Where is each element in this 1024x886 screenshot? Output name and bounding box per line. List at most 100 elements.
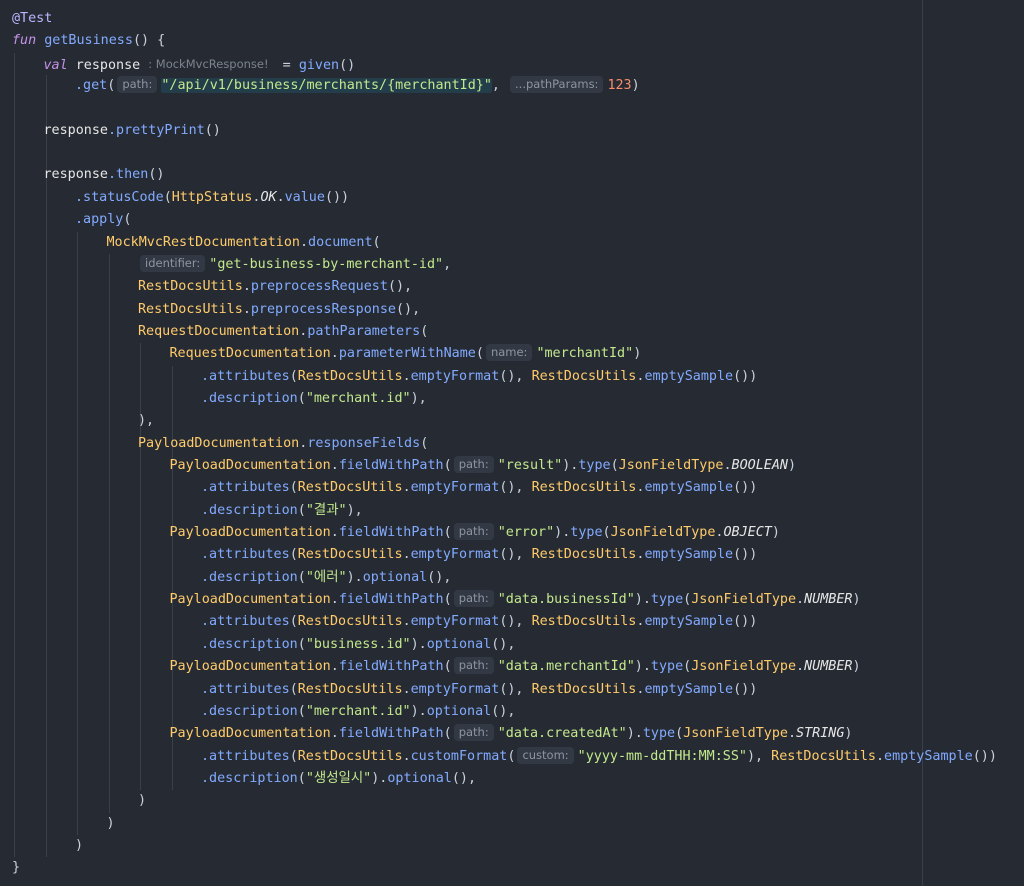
code-line[interactable]: RestDocsUtils.preprocessResponse(), bbox=[138, 299, 420, 321]
code-line[interactable]: .description("에러").optional(), bbox=[201, 567, 451, 589]
enum-constant: NUMBER bbox=[804, 592, 853, 608]
annotation: @Test bbox=[12, 11, 53, 26]
code-line[interactable]: response.then() bbox=[44, 164, 165, 186]
punctuation: . bbox=[402, 614, 411, 630]
function-name: emptySample bbox=[884, 748, 973, 764]
punctuation: ). bbox=[554, 525, 571, 541]
code-line[interactable]: .attributes(RestDocsUtils.emptyFormat(),… bbox=[201, 477, 757, 499]
code-line[interactable]: PayloadDocumentation.fieldWithPath(path:… bbox=[170, 656, 861, 678]
code-line[interactable]: ) bbox=[107, 813, 115, 835]
code-line[interactable]: .attributes(RestDocsUtils.emptyFormat(),… bbox=[201, 679, 757, 701]
code-line[interactable]: .apply( bbox=[75, 209, 131, 231]
function-name: given bbox=[298, 57, 340, 73]
function-name: type bbox=[642, 726, 676, 742]
code-line[interactable]: PayloadDocumentation.fieldWithPath(path:… bbox=[170, 522, 780, 544]
punctuation: () { bbox=[132, 33, 166, 49]
code-line[interactable]: ) bbox=[138, 790, 146, 812]
punctuation: ( bbox=[443, 525, 452, 541]
code-line[interactable]: } bbox=[12, 857, 20, 879]
punctuation: (), bbox=[396, 301, 421, 317]
punctuation: ( bbox=[289, 480, 298, 496]
punctuation: . bbox=[402, 480, 411, 496]
type-hint: : MockMvcResponse! bbox=[148, 56, 269, 71]
punctuation: ()) bbox=[733, 547, 758, 563]
code-line[interactable]: PayloadDocumentation.responseFields( bbox=[138, 433, 428, 455]
class-name: PayloadDocumentation bbox=[138, 435, 300, 451]
punctuation: . bbox=[330, 659, 339, 675]
punctuation: ( bbox=[289, 748, 298, 764]
string-literal: "data.merchantId" bbox=[497, 659, 635, 675]
code-line[interactable]: RequestDocumentation.parameterWithName(n… bbox=[169, 343, 641, 365]
code-line[interactable]: .description("merchant.id"), bbox=[201, 388, 427, 410]
code-line[interactable]: .description("결과"), bbox=[201, 500, 363, 522]
function-name: fieldWithPath bbox=[338, 458, 444, 473]
code-line[interactable]: ), bbox=[138, 410, 154, 432]
punctuation: ( bbox=[475, 346, 484, 362]
punctuation: (), bbox=[387, 279, 413, 295]
code-line[interactable]: .statusCode(HttpStatus.OK.value()) bbox=[75, 187, 349, 209]
class-name: RequestDocumentation bbox=[169, 346, 331, 362]
code-line[interactable]: .attributes(RestDocsUtils.emptyFormat(),… bbox=[201, 544, 757, 566]
code-line[interactable]: .attributes(RestDocsUtils.emptyFormat(),… bbox=[201, 611, 757, 633]
code-line[interactable]: PayloadDocumentation.fieldWithPath(path:… bbox=[170, 589, 861, 611]
code-line[interactable]: @Test bbox=[12, 8, 52, 30]
parameter-hint: path: bbox=[117, 76, 158, 94]
code-line[interactable]: .attributes(RestDocsUtils.customFormat(c… bbox=[201, 746, 997, 768]
punctuation: . bbox=[796, 659, 805, 675]
code-line[interactable]: .get(path: "/api/v1/business/merchants/{m… bbox=[75, 75, 640, 97]
code-line[interactable]: .description("business.id").optional(), bbox=[201, 634, 515, 656]
punctuation: ). bbox=[410, 703, 427, 719]
punctuation: ( bbox=[443, 659, 452, 675]
parameter-hint: custom: bbox=[517, 746, 574, 764]
code-line[interactable]: val response: MockMvcResponse! = given() bbox=[44, 53, 356, 75]
punctuation: } bbox=[12, 860, 21, 876]
function-name: emptySample bbox=[644, 368, 734, 384]
code-line[interactable]: .description("생성일시").optional(), bbox=[201, 768, 476, 790]
punctuation: ()) bbox=[733, 368, 758, 384]
function-name: .attributes bbox=[201, 547, 290, 563]
punctuation: ( bbox=[683, 592, 692, 608]
string-literal: "에러" bbox=[305, 569, 347, 585]
class-name: RestDocsUtils bbox=[297, 614, 403, 630]
code-line[interactable]: ) bbox=[75, 835, 83, 857]
code-line[interactable]: RestDocsUtils.preprocessRequest(), bbox=[138, 276, 412, 298]
string-literal: "merchantId" bbox=[536, 346, 634, 362]
string-literal: "merchant.id" bbox=[305, 390, 411, 406]
parameter-hint: identifier: bbox=[140, 254, 206, 272]
code-line[interactable]: MockMvcRestDocumentation.document( bbox=[107, 232, 381, 254]
code-line[interactable]: identifier: "get-business-by-merchant-id"… bbox=[138, 254, 451, 276]
class-name: RestDocsUtils bbox=[138, 301, 243, 317]
punctuation: ( bbox=[675, 726, 684, 742]
function-name: emptyFormat bbox=[410, 480, 500, 496]
class-name: JsonFieldType bbox=[691, 659, 797, 675]
string-literal: "get-business-by-merchant-id" bbox=[209, 256, 444, 272]
punctuation: (), bbox=[499, 547, 532, 563]
function-name: optional bbox=[426, 636, 492, 652]
code-line[interactable]: response.prettyPrint() bbox=[44, 120, 221, 142]
code-line[interactable]: PayloadDocumentation.fieldWithPath(path:… bbox=[170, 455, 796, 477]
indent-guide bbox=[14, 52, 15, 858]
punctuation: (), bbox=[427, 569, 452, 585]
code-line[interactable]: RequestDocumentation.pathParameters( bbox=[138, 321, 428, 343]
parameter-hint: path: bbox=[453, 456, 494, 473]
punctuation: . bbox=[330, 726, 339, 742]
code-line[interactable]: .attributes(RestDocsUtils.emptyFormat(),… bbox=[201, 366, 757, 388]
string-literal: "business.id" bbox=[305, 636, 411, 652]
punctuation: (), bbox=[491, 636, 516, 652]
class-name: RestDocsUtils bbox=[531, 614, 637, 630]
punctuation: . bbox=[299, 234, 309, 250]
punctuation: ). bbox=[634, 659, 651, 675]
function-name: .prettyPrint bbox=[108, 122, 205, 138]
punctuation: ( bbox=[297, 770, 306, 786]
punctuation: ( bbox=[507, 748, 516, 764]
function-name: .get bbox=[75, 78, 108, 94]
code-line[interactable]: PayloadDocumentation.fieldWithPath(path:… bbox=[170, 723, 852, 745]
function-name: .description bbox=[201, 390, 298, 406]
parameter-hint: path: bbox=[453, 724, 494, 742]
function-name: .attributes bbox=[201, 681, 290, 697]
code-line[interactable]: .description("merchant.id").optional(), bbox=[201, 701, 515, 723]
string-literal: "result" bbox=[497, 458, 563, 473]
string-literal: "data.businessId" bbox=[497, 592, 635, 608]
code-editor[interactable]: @Test fun getBusiness() {val response: Mo… bbox=[0, 0, 1024, 886]
code-line[interactable]: fun getBusiness() { bbox=[12, 30, 165, 52]
